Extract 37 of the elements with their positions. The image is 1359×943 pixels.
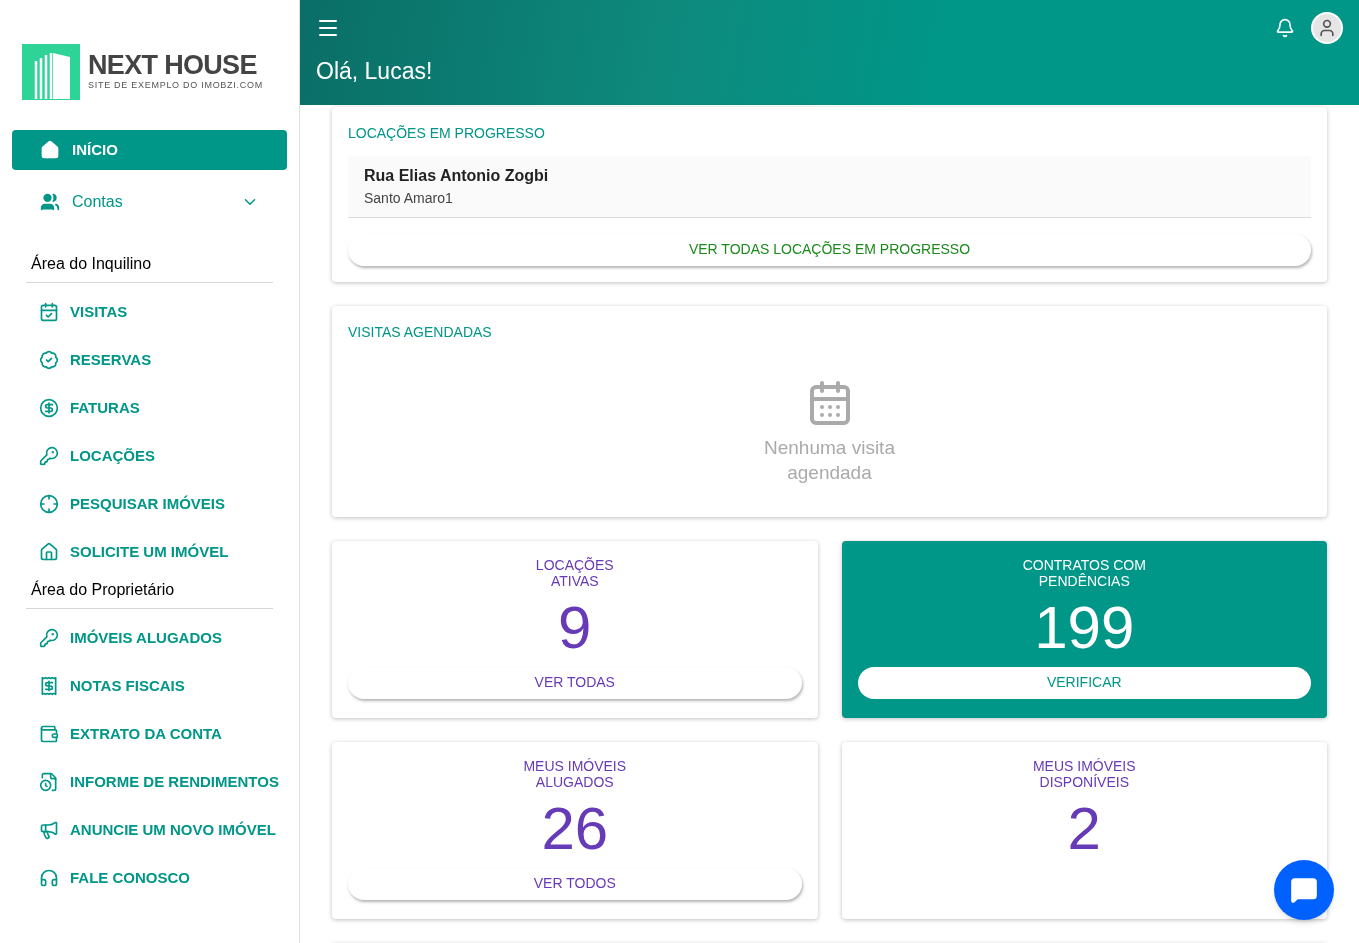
card-title: LOCAÇÕES EM PROGRESSO (348, 123, 546, 143)
rental-street: Rua Elias Antonio Zogbi (364, 165, 550, 186)
section-heading: Área do Inquilino (26, 252, 273, 283)
stat-title: CONTRATOS COM PENDÊNCIAS (1022, 556, 1146, 589)
nav-item[interactable]: INFORME DE RENDIMENTOS (0, 758, 299, 806)
nav-item[interactable]: LOCAÇÕES (0, 432, 299, 480)
stat-value: 9 (558, 592, 592, 663)
nav-item[interactable]: FALE CONOSCO (0, 854, 299, 902)
stat-value: 26 (541, 793, 609, 864)
stat-button[interactable]: VER TODOS (348, 867, 802, 900)
nav-item[interactable]: IMÓVEIS ALUGADOS (0, 614, 299, 662)
empty-message: Nenhuma visita agendada (764, 435, 895, 485)
nav-item[interactable]: RESERVAS (0, 336, 299, 384)
stat-value: 199 (1034, 592, 1135, 663)
stat-button[interactable]: VER TODAS (348, 666, 802, 699)
nav-item[interactable]: SOLICITE UM IMÓVEL (0, 528, 299, 576)
nav-item[interactable]: EXTRATO DA CONTA (0, 710, 299, 758)
nav-item[interactable]: NOTAS FISCAIS (0, 662, 299, 710)
stat-title: LOCAÇÕES ATIVAS (535, 556, 614, 589)
stat-title: MEUS IMÓVEIS ALUGADOS (523, 757, 627, 790)
nav-item[interactable]: INÍCIO (12, 130, 287, 170)
nav-item[interactable]: PESQUISAR IMÓVEIS (0, 480, 299, 528)
rental-district: Santo Amaro1 (364, 188, 454, 208)
card-title: VISITAS AGENDADAS (348, 322, 493, 342)
greeting: Olá, Lucas! (315, 57, 434, 86)
stat-title: MEUS IMÓVEIS DISPONÍVEIS (1032, 757, 1136, 790)
rental-list-item[interactable]: Rua Elias Antonio Zogbi Santo Amaro1 (348, 155, 1311, 218)
brand-name: NEXT HOUSE (88, 51, 258, 80)
nav-item[interactable]: Contas (12, 182, 287, 222)
section-heading: Área do Proprietário (26, 578, 273, 609)
brand-tagline: SITE DE EXEMPLO DO IMOBZI.COM (88, 79, 263, 93)
nav-item[interactable]: ANUNCIE UM NOVO IMÓVEL (0, 806, 299, 854)
view-all-button[interactable]: VER TODAS LOCAÇÕES EM PROGRESSO (348, 233, 1311, 266)
nav-item[interactable]: FATURAS (0, 384, 299, 432)
nav-item[interactable]: VISITAS (0, 288, 299, 336)
stat-button[interactable]: VERIFICAR (857, 666, 1311, 699)
stat-value: 2 (1067, 793, 1101, 864)
